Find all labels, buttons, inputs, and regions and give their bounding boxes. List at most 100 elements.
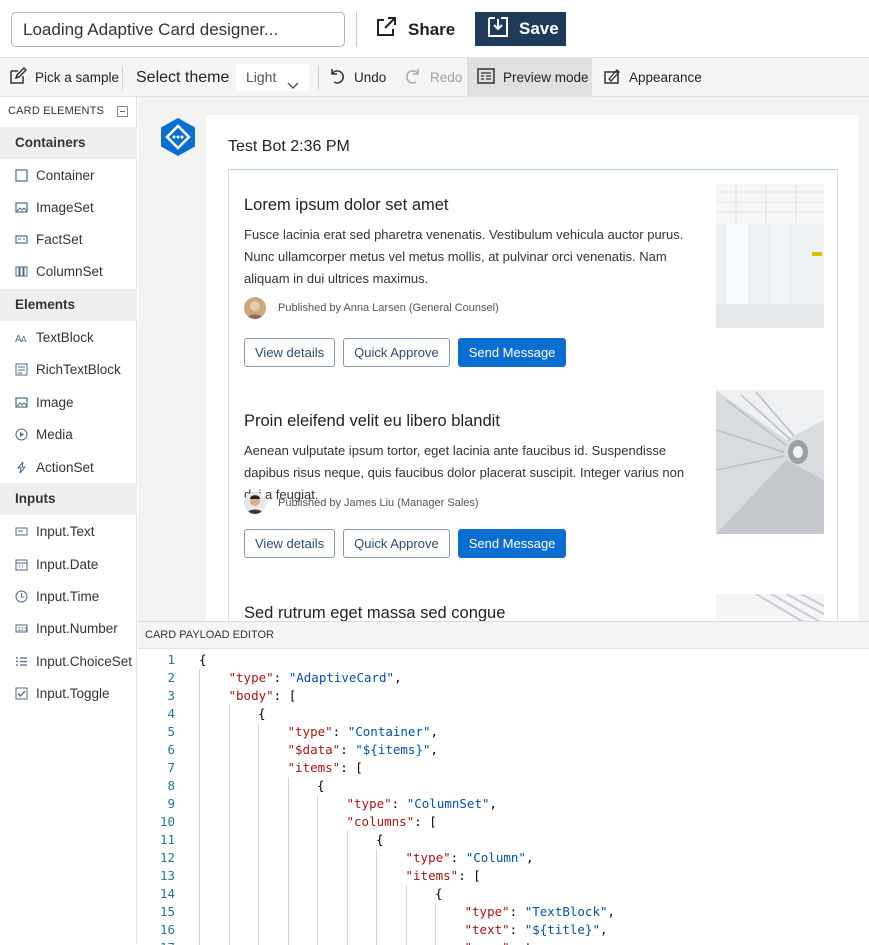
list-item: Proin eleifend velit eu libero blandit A… [244,390,824,580]
adaptive-card: Lorem ipsum dolor set amet Fusce lacinia… [228,169,838,621]
code-line: 10 "columns": [ [138,813,869,831]
code-text: { [435,886,443,901]
category-containers: Containers [0,127,137,159]
item-image [716,390,824,534]
indent-guide [287,777,289,945]
preview-mode-button[interactable]: Preview mode [467,58,592,97]
category-elements: Elements [0,289,137,321]
code-text: "body": [ [228,688,297,703]
element-image[interactable]: Image [0,386,137,418]
share-button[interactable]: Share [374,12,455,47]
quick-approve-button[interactable]: Quick Approve [343,529,450,558]
line-number: 1 [167,652,175,667]
element-label: ColumnSet [36,263,103,279]
send-message-button[interactable]: Send Message [457,529,567,558]
code-text: "type": "Container", [287,724,439,739]
item-description: Fusce lacinia erat sed pharetra venenati… [244,227,684,286]
line-number: 9 [167,796,175,811]
element-label: Container [36,167,95,183]
element-label: Image [36,394,74,410]
element-input-text[interactable]: Input.Text [0,515,137,547]
imageset-icon [15,201,28,214]
item-title: Lorem ipsum dolor set amet [244,196,449,214]
columnset-icon [15,265,28,278]
indent-guide [199,669,200,945]
element-input-time[interactable]: Input.Time [0,580,137,612]
appearance-button[interactable]: Appearance [603,58,702,97]
code-line: 4{ [138,705,869,723]
line-number: 15 [159,904,175,919]
send-message-button[interactable]: Send Message [457,338,567,367]
code-line: 11 { [138,831,869,849]
code-line: 6 "$data": "${items}", [138,741,869,759]
element-input-date[interactable]: Input.Date [0,548,137,580]
element-label: Input.Number [36,620,118,636]
publisher: Published by Anna Larsen (General Counse… [244,297,499,319]
save-button[interactable]: Save [475,12,566,46]
preview-icon [477,68,495,87]
indent-guide [317,795,318,945]
card-payload-editor[interactable]: CARD PAYLOAD EDITOR 1{2 "type": "Adaptive… [138,621,869,945]
card-title-input[interactable]: Loading Adaptive Card designer... [11,12,345,47]
element-label: FactSet [36,231,83,247]
preview-canvas: Test Bot 2:36 PM Lorem ipsum dolor set a… [138,97,869,621]
line-number: 12 [159,850,175,865]
action-row: View details Quick Approve Send Message [244,529,567,558]
view-details-button[interactable]: View details [244,529,336,558]
line-number: 4 [167,706,175,721]
element-container[interactable]: Container [0,159,137,191]
save-label: Save [519,19,559,38]
code-line: 14 { [138,885,869,903]
element-label: ActionSet [36,459,94,475]
redo-button[interactable]: Redo [404,58,462,97]
indent-guide [435,903,436,945]
element-label: Input.Time [36,588,100,604]
preview-mode-label: Preview mode [503,70,589,85]
theme-dropdown[interactable]: Light [236,64,309,91]
code-text: "columns": [ [346,814,437,829]
publisher: Published by James Liu (Manager Sales) [244,492,479,514]
line-number: 11 [159,832,175,847]
element-actionset[interactable]: ActionSet [0,451,137,483]
element-media[interactable]: Media [0,418,137,450]
undo-button[interactable]: Undo [328,58,386,97]
richtextblock-icon [15,363,28,376]
code-line: 3 "body": [ [138,687,869,705]
element-richtextblock[interactable]: RichTextBlock [0,353,137,385]
pick-sample-label: Pick a sample [35,70,120,85]
code-text: "items": [ [405,868,481,883]
element-factset[interactable]: FactSet [0,223,137,255]
code-line: 15 "type": "TextBlock", [138,903,869,921]
code-text: "type": "ColumnSet", [346,796,498,811]
pick-sample-button[interactable]: Pick a sample [9,58,119,97]
code-line: 8{ [138,777,869,795]
appearance-label: Appearance [629,70,702,85]
svg-text:A: A [21,335,27,344]
media-icon [15,428,28,441]
element-columnset[interactable]: ColumnSet [0,255,137,287]
item-image [716,594,824,621]
element-input-number[interactable]: 123 Input.Number [0,612,137,644]
divider [122,66,123,90]
actionset-icon [15,461,28,474]
line-number: 6 [167,742,175,757]
textblock-icon: AA [15,331,28,344]
element-imageset[interactable]: ImageSet [0,191,137,223]
line-number: 13 [159,868,175,883]
code-text: { [258,706,266,721]
line-number: 16 [159,922,175,937]
quick-approve-button[interactable]: Quick Approve [343,338,450,367]
element-input-choiceset[interactable]: Input.ChoiceSet [0,645,137,677]
card-elements-panel: CARD ELEMENTS Containers Container Image… [0,97,137,944]
line-number: 14 [159,886,175,901]
element-textblock[interactable]: AA TextBlock [0,321,137,353]
indent-guide [376,849,377,945]
avatar [244,492,266,514]
view-details-button[interactable]: View details [244,338,336,367]
code-text: { [376,832,384,847]
line-number: 17 [138,939,175,945]
indent-guide [228,705,230,945]
element-input-toggle[interactable]: Input.Toggle [0,677,137,709]
collapse-icon[interactable] [117,106,128,117]
code-area[interactable]: 1{2 "type": "AdaptiveCard", 3 "body": [4{5 "… [138,649,869,945]
